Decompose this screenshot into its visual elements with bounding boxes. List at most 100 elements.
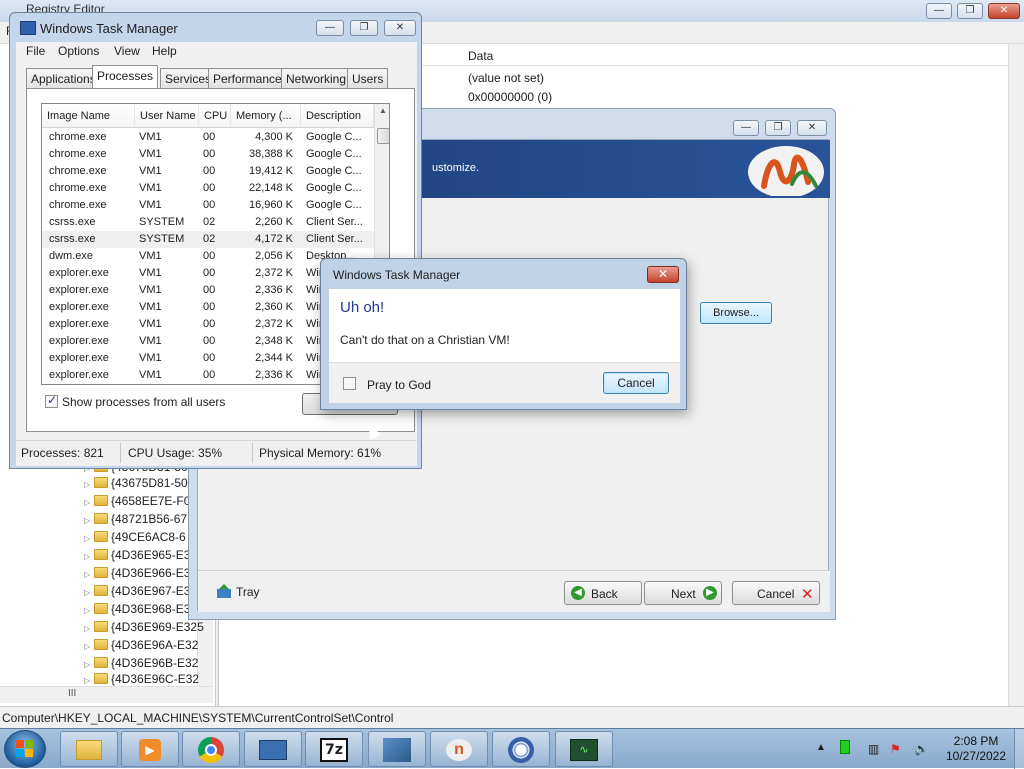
close-button[interactable]: ✕ [797,120,827,136]
sevenzip-taskbar-icon[interactable]: 7z [305,731,363,767]
tab-networking[interactable]: Networking [281,68,352,88]
cancel-x-icon: ✕ [801,586,814,603]
process-count: Processes: 821 [21,446,104,460]
tree-item[interactable]: ▷ {4D36E966-E3 [84,566,190,584]
process-row[interactable]: csrss.exe SYSTEM 02 2,260 K Client Ser... [42,214,374,231]
tree-item[interactable]: ▷ {4D36E96A-E32 [84,638,198,656]
tab-applications[interactable]: Applications [26,68,101,88]
menu-view[interactable]: View [114,44,140,58]
process-memory: 2,348 K [255,335,293,347]
menu-file[interactable]: File [26,44,45,58]
menu-help[interactable]: Help [152,44,177,58]
show-all-users-checkbox[interactable] [45,393,58,408]
tree-item[interactable]: ▷ {4658EE7E-F05 [84,494,197,512]
browse-button[interactable]: Browse... [700,302,772,324]
minimize-button[interactable]: — [733,120,759,136]
action-center-icon[interactable]: ⚑ [890,742,901,756]
pray-checkbox[interactable] [343,377,356,390]
explorer-taskbar-icon[interactable] [60,731,118,767]
value-data-cell[interactable]: (value not set) [468,71,544,85]
restore-button[interactable]: ❐ [350,20,378,36]
tree-item[interactable]: ▷ {4D36E965-E3 [84,548,190,566]
clock[interactable]: 2:08 PM 10/27/2022 [944,734,1008,764]
pray-label[interactable]: Pray to God [367,378,431,392]
registry-path: Computer\HKEY_LOCAL_MACHINE\SYSTEM\Curre… [2,711,394,725]
start-button[interactable] [4,730,46,768]
chrome-taskbar-icon[interactable] [182,731,240,767]
webroot-taskbar-icon[interactable] [492,731,550,767]
process-description: Client Ser... [306,233,363,245]
process-user-name: VM1 [139,148,162,160]
tree-item[interactable]: ▷ {49CE6AC8-6 [84,530,186,548]
media-player-taskbar-icon[interactable]: ▶ [121,731,179,767]
show-all-users-label: Show processes from all users [62,395,226,409]
column-description[interactable]: Description [301,104,374,128]
process-memory: 4,300 K [255,131,293,143]
back-button[interactable]: ◀ Back [564,581,642,605]
process-image-name: explorer.exe [49,284,109,296]
column-data[interactable]: Data [468,49,493,63]
process-cpu: 00 [203,250,216,262]
tree-item[interactable]: ▷ {48721B56-67 [84,512,187,530]
green-status-icon[interactable] [840,740,850,754]
tab-processes[interactable]: Processes [92,65,159,89]
process-cpu: 00 [203,267,216,279]
tab-users[interactable]: Users [347,68,389,88]
column-cpu[interactable]: CPU [199,104,231,128]
tree-item[interactable]: ▷ {4D36E967-E3 [84,584,190,602]
process-row[interactable]: chrome.exe VM1 00 22,148 K Google C... [42,180,374,197]
value-data-cell[interactable]: 0x00000000 (0) [468,90,552,104]
system-tray: ▲ ▥ ⚑ 🔈 2:08 PM 10/27/2022 [810,729,1024,769]
menu-options[interactable]: Options [58,44,99,58]
process-memory: 2,336 K [255,284,293,296]
process-image-name: explorer.exe [49,335,109,347]
dialog-footer: Pray to God Cancel [329,362,680,403]
scroll-up-icon[interactable]: ▲ [379,106,387,115]
tree-horizontal-scrollbar[interactable]: III [0,686,213,703]
process-cpu: 00 [203,182,216,194]
process-user-name: SYSTEM [139,216,185,228]
process-row[interactable]: chrome.exe VM1 00 38,388 K Google C... [42,146,374,163]
installer-taskbar-icon[interactable] [368,731,426,767]
close-button[interactable]: ✕ [384,20,416,36]
tree-item[interactable]: ▷ {4D36E968-E3 [84,602,190,620]
nsis-taskbar-icon[interactable]: n [430,731,488,767]
task-manager-taskbar-icon[interactable]: ∿ [555,731,613,767]
process-row[interactable]: chrome.exe VM1 00 19,412 K Google C... [42,163,374,180]
process-row[interactable]: csrss.exe SYSTEM 02 4,172 K Client Ser... [42,231,374,248]
nsis-logo-icon [748,146,824,196]
clock-time: 2:08 PM [953,734,999,748]
control-panel-taskbar-icon[interactable] [244,731,302,767]
volume-icon[interactable]: 🔈 [914,742,929,756]
restore-button[interactable]: ❐ [765,120,791,136]
process-cpu: 02 [203,216,216,228]
restore-button[interactable]: ❐ [957,3,983,19]
close-button[interactable]: ✕ [988,3,1020,19]
minimize-button[interactable]: — [316,20,344,36]
tree-item[interactable]: ▷{43675D81-50 [84,476,188,494]
tree-item[interactable]: ▷ {4D36E969-E325 [84,620,204,638]
show-desktop-button[interactable] [1014,729,1024,769]
scroll-thumb[interactable] [377,128,389,144]
tray-label[interactable]: Tray [236,585,260,599]
dialog-cancel-button[interactable]: Cancel [603,372,669,394]
tab-performance[interactable]: Performance [208,68,287,88]
dialog-close-button[interactable]: ✕ [647,266,679,283]
cancel-button[interactable]: Cancel ✕ [732,581,820,605]
column-memory[interactable]: Memory (... [231,104,301,128]
values-vertical-scrollbar[interactable] [1008,44,1024,706]
next-button[interactable]: Next ▶ [644,581,722,605]
column-image-name[interactable]: Image Name [42,104,135,128]
dialog-message: Can't do that on a Christian VM! [340,333,510,347]
minimize-button[interactable]: — [926,3,952,19]
process-description: Client Ser... [306,216,363,228]
process-row[interactable]: chrome.exe VM1 00 16,960 K Google C... [42,197,374,214]
process-row[interactable]: chrome.exe VM1 00 4,300 K Google C... [42,129,374,146]
dialog-content: Uh oh! Can't do that on a Christian VM! [329,289,680,362]
process-cpu: 00 [203,369,216,381]
process-memory: 2,260 K [255,216,293,228]
network-icon[interactable]: ▥ [868,742,879,756]
tray-icon[interactable] [216,583,232,602]
show-hidden-icons-icon[interactable]: ▲ [816,742,826,753]
column-user-name[interactable]: User Name [135,104,199,128]
